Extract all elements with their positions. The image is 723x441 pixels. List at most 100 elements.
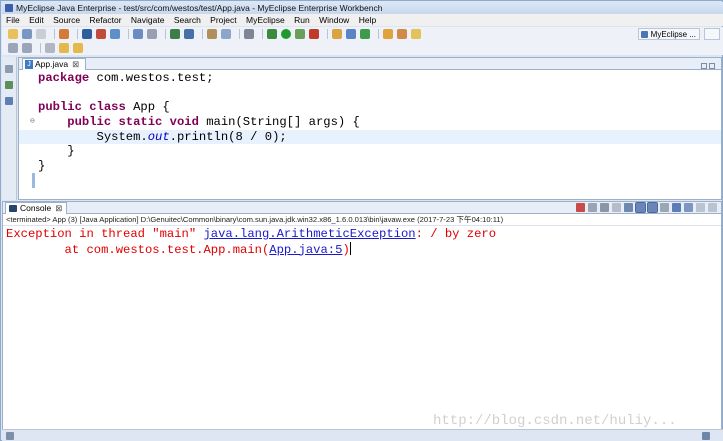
save-icon[interactable] — [22, 29, 32, 39]
code-line: public class App { — [38, 100, 170, 115]
wizard-icon[interactable] — [207, 29, 217, 39]
main-toolbar — [2, 27, 723, 41]
code-line: } — [38, 159, 46, 174]
code-line: package com.westos.test; — [38, 71, 214, 85]
external-tools-icon[interactable] — [309, 29, 319, 39]
status-bar — [2, 429, 723, 441]
run-icon[interactable] — [281, 29, 291, 39]
menu-myeclipse[interactable]: MyEclipse — [246, 14, 285, 26]
tab-app-java[interactable]: App.java⊠ — [22, 58, 87, 70]
open-perspective-button[interactable] — [704, 28, 720, 40]
outline-icon[interactable] — [5, 97, 13, 105]
web-icon[interactable] — [184, 29, 194, 39]
bookmark-icon[interactable] — [411, 29, 421, 39]
menu-source[interactable]: Source — [53, 14, 80, 26]
code-area[interactable]: package com.westos.test; public class Ap… — [19, 71, 721, 199]
menu-bar: File Edit Source Refactor Navigate Searc… — [2, 14, 723, 26]
browser-icon[interactable] — [110, 29, 120, 39]
menu-project[interactable]: Project — [210, 14, 236, 26]
error-line: Exception in thread "main" java.lang.Ari… — [6, 227, 497, 241]
menu-file[interactable]: File — [6, 14, 20, 26]
print-icon[interactable] — [36, 29, 46, 39]
debug-icon[interactable] — [267, 29, 277, 39]
show-on-stderr-icon[interactable] — [647, 202, 658, 213]
tools-icon[interactable] — [244, 29, 254, 39]
hierarchy-icon[interactable] — [5, 81, 13, 89]
current-line-marker — [32, 173, 35, 188]
console-output[interactable]: Exception in thread "main" java.lang.Ari… — [3, 226, 721, 257]
terminate-icon[interactable] — [576, 203, 585, 212]
prev-annotation-icon[interactable] — [22, 43, 32, 53]
title-bar: MyEclipse Java Enterprise - test/src/com… — [2, 2, 723, 14]
maximize-icon[interactable] — [709, 63, 715, 69]
back-icon[interactable] — [59, 43, 69, 53]
refresh-icon[interactable] — [360, 29, 370, 39]
close-icon[interactable]: ⊠ — [55, 203, 62, 213]
stacktrace-line: at com.westos.test.App.main(App.java:5) — [6, 241, 351, 257]
code-editor: App.java⊠ package com.westos.test; publi… — [18, 57, 722, 200]
menu-navigate[interactable]: Navigate — [131, 14, 165, 26]
new-package-icon[interactable] — [147, 29, 157, 39]
annotation-icon[interactable] — [397, 29, 407, 39]
new-project-icon[interactable] — [59, 29, 69, 39]
left-trim — [2, 57, 17, 200]
new-icon[interactable] — [8, 29, 18, 39]
process-status: <terminated> App (3) [Java Application] … — [3, 214, 721, 226]
workbench-window: MyEclipse Java Enterprise - test/src/com… — [0, 0, 723, 441]
scroll-lock-icon[interactable] — [624, 203, 633, 212]
coverage-icon[interactable] — [295, 29, 305, 39]
config-icon[interactable] — [221, 29, 231, 39]
source-link[interactable]: App.java:5 — [269, 243, 342, 257]
menu-window[interactable]: Window — [319, 14, 349, 26]
minimize-icon[interactable] — [696, 203, 705, 212]
tab-label: App.java — [35, 59, 69, 69]
menu-search[interactable]: Search — [174, 14, 201, 26]
open-type-icon[interactable] — [332, 29, 342, 39]
perspective-switcher[interactable]: MyEclipse ... — [637, 28, 700, 40]
open-folder-icon[interactable] — [383, 29, 393, 39]
forward-icon[interactable] — [73, 43, 83, 53]
code-line: } — [67, 144, 75, 159]
package-explorer-icon[interactable] — [5, 65, 13, 73]
text-caret — [349, 241, 351, 255]
console-tabbar: Console ⊠ — [3, 202, 721, 214]
tab-console[interactable]: Console ⊠ — [5, 202, 68, 214]
secondary-toolbar — [2, 41, 723, 55]
last-edit-icon[interactable] — [45, 43, 55, 53]
remove-all-icon[interactable] — [600, 203, 609, 212]
pin-console-icon[interactable] — [660, 203, 669, 212]
myeclipse-icon — [5, 4, 13, 12]
menu-run[interactable]: Run — [294, 14, 310, 26]
code-line: ⊖ public static void main(String[] args)… — [30, 115, 360, 130]
menu-refactor[interactable]: Refactor — [89, 14, 121, 26]
new-class-icon[interactable] — [133, 29, 143, 39]
server-icon[interactable] — [96, 29, 106, 39]
editor-window-buttons — [699, 60, 717, 69]
editor-tabs: App.java⊠ — [19, 58, 721, 70]
remove-launch-icon[interactable] — [588, 203, 597, 212]
progress-icon[interactable] — [702, 432, 710, 440]
maximize-icon[interactable] — [708, 203, 717, 212]
clear-console-icon[interactable] — [612, 203, 621, 212]
console-toolbar — [573, 202, 717, 213]
display-console-icon[interactable] — [672, 203, 681, 212]
minimize-icon[interactable] — [701, 63, 707, 69]
watermark: http://blog.csdn.net/huliy... — [433, 413, 677, 429]
exception-link[interactable]: java.lang.ArithmeticException — [203, 227, 415, 241]
db-icon[interactable] — [170, 29, 180, 39]
window-title: MyEclipse Java Enterprise - test/src/com… — [16, 3, 383, 13]
next-annotation-icon[interactable] — [8, 43, 18, 53]
fold-toggle-icon[interactable]: ⊖ — [30, 115, 36, 130]
console-tab-label: Console — [20, 203, 52, 213]
search-icon[interactable] — [346, 29, 356, 39]
fast-view-icon[interactable] — [6, 432, 14, 440]
menu-help[interactable]: Help — [359, 14, 376, 26]
menu-edit[interactable]: Edit — [29, 14, 44, 26]
console-view: Console ⊠ <terminated> App (3) [Java Appl… — [2, 201, 722, 437]
open-console-icon[interactable] — [684, 203, 693, 212]
deploy-icon[interactable] — [82, 29, 92, 39]
close-icon[interactable]: ⊠ — [72, 59, 79, 69]
show-on-stdout-icon[interactable] — [635, 202, 646, 213]
code-line-current: System.out.println(8 / 0); — [19, 129, 721, 145]
